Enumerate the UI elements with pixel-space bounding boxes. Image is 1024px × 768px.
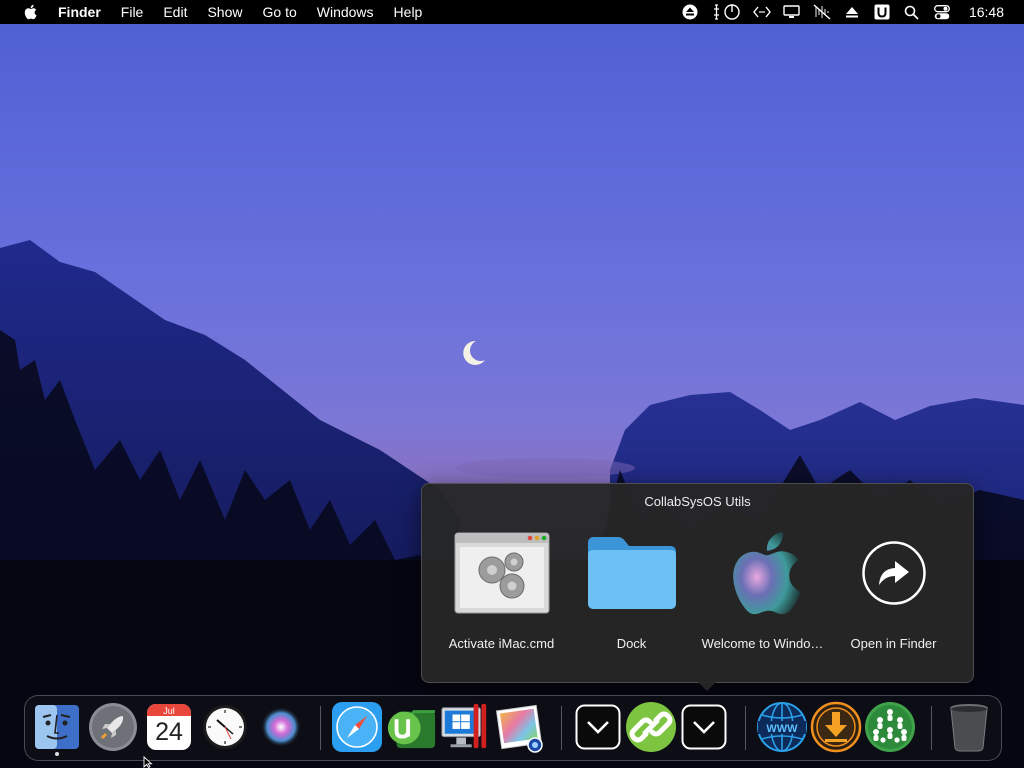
dock-item-stack-down-1[interactable] [572, 701, 624, 753]
apple-logo-icon [24, 4, 37, 20]
finder-icon [35, 705, 79, 749]
menu-go-to[interactable]: Go to [253, 0, 307, 24]
dock-item-stack-down-2[interactable] [678, 701, 730, 753]
link-icon [626, 702, 676, 752]
upload-icon[interactable] [841, 0, 863, 24]
dock-item-photos[interactable] [493, 701, 545, 753]
running-indicator [702, 752, 706, 756]
clock-icon [203, 705, 247, 749]
calendar-month: Jul [163, 706, 175, 716]
menu-app-name[interactable]: Finder [55, 0, 111, 24]
apple-logo-icon [732, 531, 801, 615]
dock-item-safari[interactable] [331, 701, 383, 753]
menu-edit[interactable]: Edit [153, 0, 197, 24]
windows-monitor-icon [441, 703, 487, 749]
stack-label: Dock [616, 636, 647, 651]
eject-icon[interactable] [679, 0, 701, 24]
dock-item-launchpad[interactable] [87, 701, 139, 753]
volume-muted-icon[interactable] [811, 0, 833, 24]
stack-label: Welcome to Windo… [701, 636, 824, 651]
rocket-icon [89, 703, 137, 751]
dock-item-network-users[interactable] [864, 701, 916, 753]
dock-item-clock[interactable] [199, 701, 251, 753]
stack-title: CollabSysOS Utils [644, 494, 751, 509]
control-center-icon[interactable] [931, 0, 953, 24]
siri-icon [261, 707, 301, 747]
www-globe-icon: WWW [757, 702, 807, 752]
trash-icon [950, 704, 988, 752]
stack-item-welcome[interactable]: Welcome to Windo… [697, 528, 828, 651]
script-gears-icon [454, 532, 549, 614]
dock-separator [320, 706, 321, 750]
menu-file[interactable]: File [111, 0, 154, 24]
chevron-down-icon [575, 704, 621, 750]
dock: Jul 24 WWW [24, 695, 1002, 761]
stack-label: Open in Finder [850, 636, 937, 651]
display-icon[interactable] [781, 0, 803, 24]
utorrent-icon [387, 710, 436, 749]
dock-item-utorrent[interactable] [385, 701, 437, 753]
menu-show[interactable]: Show [197, 0, 252, 24]
menu-help[interactable]: Help [384, 0, 433, 24]
photos-icon [495, 704, 543, 753]
dock-item-finder[interactable] [31, 701, 83, 756]
dock-item-calendar[interactable]: Jul 24 [143, 701, 195, 753]
calendar-icon: Jul 24 [147, 704, 191, 750]
apple-menu-button[interactable] [19, 0, 41, 24]
mouse-cursor-icon [143, 756, 153, 768]
power-control-icon[interactable] [709, 0, 743, 24]
dock-stack-popup: CollabSysOS Utils Activate iMac.cmd Dock [421, 483, 974, 691]
svg-text:WWW: WWW [766, 723, 798, 735]
menu-clock[interactable]: 16:48 [969, 4, 1004, 20]
chevron-down-icon [681, 704, 727, 750]
dock-item-siri[interactable] [255, 701, 307, 753]
dock-item-trash[interactable] [943, 701, 995, 753]
u-badge-icon[interactable] [871, 0, 893, 24]
download-icon [810, 701, 862, 753]
code-brackets-icon[interactable] [751, 0, 773, 24]
dock-separator [745, 706, 746, 750]
dock-item-web-globe[interactable]: WWW [756, 701, 808, 753]
calendar-day: 24 [155, 718, 183, 746]
dock-separator [931, 706, 932, 750]
running-indicator [55, 752, 59, 756]
compass-icon [332, 702, 382, 752]
menu-windows[interactable]: Windows [307, 0, 384, 24]
dock-item-link-tool[interactable] [625, 701, 677, 753]
stack-item-activate-imac[interactable]: Activate iMac.cmd [436, 528, 567, 651]
stack-label: Activate iMac.cmd [448, 636, 555, 651]
dock-item-downloader[interactable] [810, 701, 862, 753]
menu-bar: Finder File Edit Show Go to Windows Help [0, 0, 1024, 24]
stack-item-open-in-finder[interactable]: Open in Finder [828, 528, 959, 651]
stack-item-dock-folder[interactable]: Dock [566, 528, 697, 651]
share-arrow-icon [861, 541, 926, 605]
folder-icon [587, 537, 676, 609]
search-icon[interactable] [901, 0, 923, 24]
users-network-icon [865, 702, 915, 752]
dock-separator [561, 706, 562, 750]
dock-item-parallels[interactable] [439, 701, 491, 753]
